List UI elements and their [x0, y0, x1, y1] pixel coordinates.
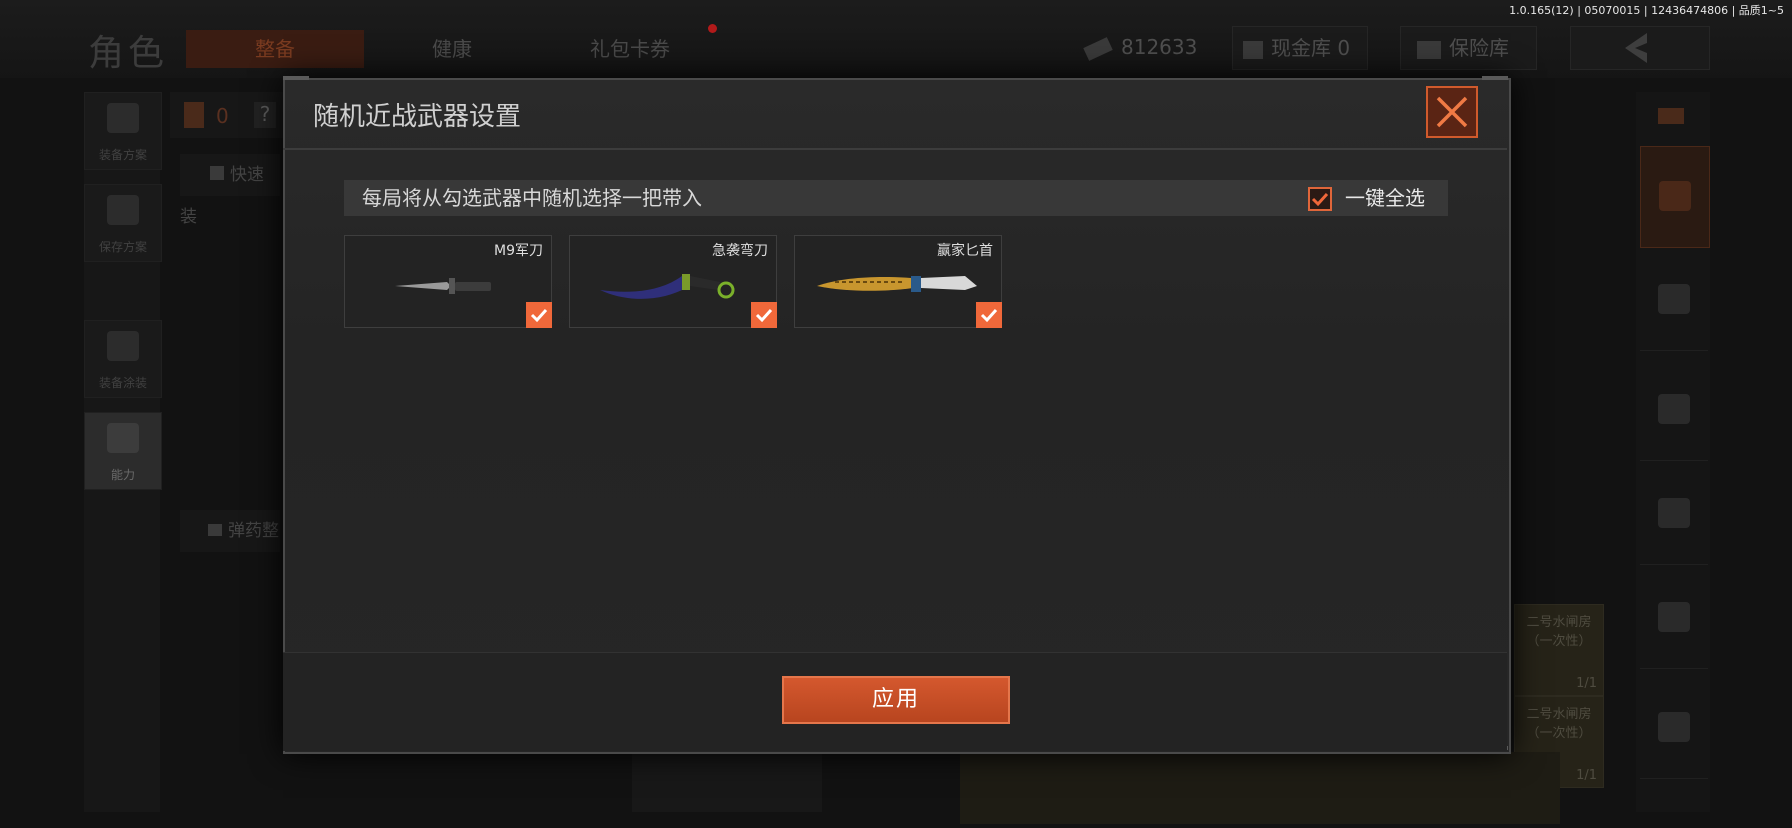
armor-count: 0 [216, 104, 229, 128]
m9-bayonet-icon [395, 278, 491, 294]
help-icon[interactable]: ? [254, 102, 276, 128]
weapon-name: 赢家匕首 [937, 243, 993, 259]
select-all-label[interactable]: 一键全选 [1345, 183, 1425, 213]
ability-label: 能力 [110, 468, 135, 482]
checkmark-icon [1311, 192, 1329, 207]
tab-equip[interactable]: 整备 [186, 30, 364, 68]
save-plan-button[interactable]: 保存方案 [84, 184, 162, 262]
equip-plan-label: 装备方案 [98, 148, 147, 162]
page-title: 角色 [88, 33, 169, 74]
category-rifle[interactable] [1640, 360, 1708, 461]
dialog-title: 随机近战武器设置 [313, 102, 522, 132]
bg-cell-count: 1/1 [1576, 768, 1597, 783]
equip-plan-button[interactable]: 装备方案 [84, 92, 162, 170]
apply-button[interactable]: 应用 [782, 676, 1010, 724]
safe-box-label: 保险库 [1449, 36, 1509, 60]
close-button[interactable] [1426, 86, 1478, 138]
bg-item-cell[interactable]: 二号水闸房 （一次性） 1/1 [1514, 604, 1604, 696]
armor-status: 0 ? [170, 92, 290, 138]
category-helmet[interactable] [1640, 250, 1708, 351]
dialog-corner [283, 76, 309, 80]
ability-button[interactable]: 能力 [84, 412, 162, 490]
ammo-sort-button[interactable]: 弹药整 [180, 510, 280, 552]
winner-dagger-icon [817, 276, 977, 292]
category-ammo[interactable] [1640, 568, 1708, 669]
cash-vault-button[interactable]: 现金库 0 [1232, 26, 1368, 70]
weapon-checkbox[interactable] [751, 302, 777, 328]
layers-icon [1659, 181, 1691, 211]
tab-health[interactable]: 健康 [392, 30, 512, 68]
tab-gift-coupons[interactable]: 礼包卡券 [565, 30, 695, 68]
helmet-icon [107, 331, 139, 361]
stack-refresh-icon[interactable] [1652, 100, 1692, 136]
category-gear[interactable] [1640, 678, 1708, 779]
weapon-card-m9[interactable]: M9军刀 [344, 235, 552, 328]
bg-equipped-slot [632, 752, 822, 812]
helmet-icon [1658, 284, 1690, 314]
close-icon [1436, 96, 1468, 128]
rifle-icon [1658, 394, 1690, 424]
download-icon [107, 195, 139, 225]
kukri-icon [600, 274, 735, 299]
category-magazine[interactable] [1640, 464, 1708, 565]
checkmark-icon [980, 308, 998, 323]
lightning-hex-icon [107, 423, 139, 453]
weapon-checkbox[interactable] [526, 302, 552, 328]
money-value: 812633 [1121, 35, 1198, 59]
notification-dot [708, 24, 717, 33]
dialog-corner [1482, 76, 1508, 80]
money-display: 812633 [1083, 26, 1203, 68]
bg-cell-label: 二号水闸房 [1526, 615, 1592, 630]
category-all[interactable] [1640, 146, 1710, 248]
safe-box-button[interactable]: 保险库 [1400, 26, 1537, 70]
weapon-card-winner-dagger[interactable]: 赢家匕首 [794, 235, 1002, 328]
ammo-icon [1658, 602, 1690, 632]
weapon-checkbox[interactable] [976, 302, 1002, 328]
quick-equip-button[interactable]: 快速装 [180, 154, 280, 227]
checkmark-icon [755, 308, 773, 323]
magazine-icon [1658, 498, 1690, 528]
bg-item-row [960, 752, 1560, 824]
armor-icon [184, 102, 204, 128]
back-button[interactable] [1570, 26, 1710, 70]
backpack-icon [107, 103, 139, 133]
vault-icon [1243, 40, 1263, 59]
cash-icon [1083, 36, 1113, 61]
back-arrow-icon [1625, 33, 1647, 63]
safe-icon [1417, 40, 1441, 59]
cash-vault-label: 现金库 0 [1271, 36, 1351, 60]
weapon-name: M9军刀 [494, 243, 543, 259]
save-plan-label: 保存方案 [98, 240, 147, 254]
weapon-name: 急袭弯刀 [712, 243, 768, 259]
bg-cell-label: 二号水闸房 [1526, 707, 1592, 722]
bg-cell-sub: （一次性） [1526, 726, 1592, 741]
bg-cell-count: 1/1 [1576, 676, 1597, 691]
weapon-card-kukri[interactable]: 急袭弯刀 [569, 235, 777, 328]
notice-text: 每局将从勾选武器中随机选择一把带入 [362, 186, 702, 210]
list-icon [208, 524, 222, 536]
ammo-sort-label: 弹药整 [228, 521, 279, 541]
select-all-checkbox[interactable] [1308, 187, 1332, 211]
shirt-icon [210, 166, 224, 180]
gear-pouch-icon [1658, 712, 1690, 742]
checkmark-icon [530, 308, 548, 323]
equip-skin-button[interactable]: 装备涂装 [84, 320, 162, 398]
equip-skin-label: 装备涂装 [98, 376, 147, 390]
bg-cell-sub: （一次性） [1526, 634, 1592, 649]
version-info: 1.0.165(12) | 05070015 | 12436474806 | 品… [1509, 4, 1784, 17]
